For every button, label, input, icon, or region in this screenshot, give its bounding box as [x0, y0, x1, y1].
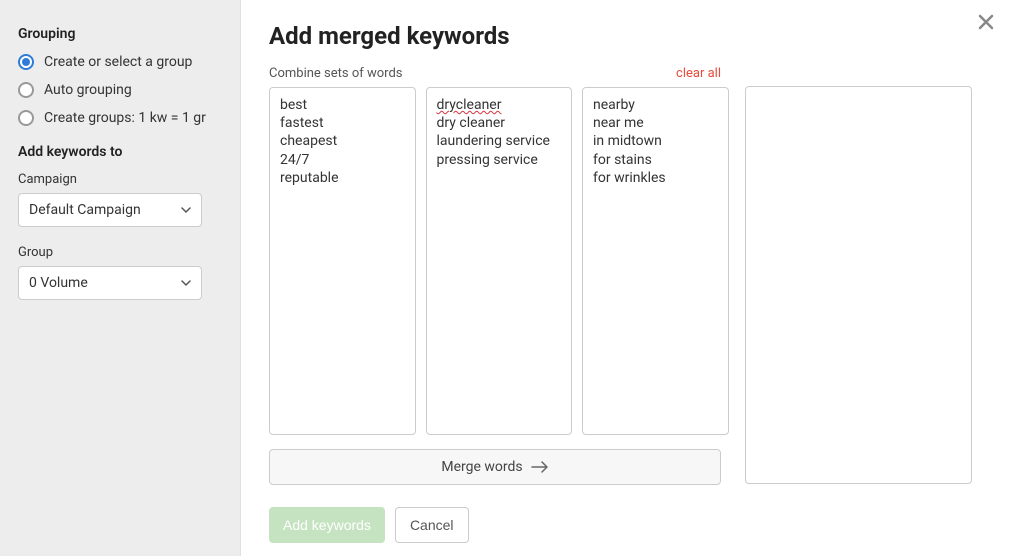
radio-label: Auto grouping: [44, 82, 132, 98]
radio-indicator: [18, 110, 34, 126]
radio-indicator: [18, 54, 34, 70]
campaign-label: Campaign: [18, 172, 222, 187]
radio-auto-grouping[interactable]: Auto grouping: [18, 82, 222, 98]
add-keywords-to-heading: Add keywords to: [18, 144, 222, 160]
group-select-value: 0 Volume: [29, 275, 88, 291]
page-title: Add merged keywords: [269, 22, 982, 50]
chevron-down-icon: [181, 278, 191, 288]
campaign-select[interactable]: Default Campaign: [18, 193, 202, 227]
radio-label: Create or select a group: [44, 54, 192, 70]
word-column-2[interactable]: drycleaner dry cleaner laundering servic…: [426, 87, 573, 435]
clear-all-link[interactable]: clear all: [676, 66, 721, 81]
group-label: Group: [18, 245, 222, 260]
group-select[interactable]: 0 Volume: [18, 266, 202, 300]
radio-create-select-group[interactable]: Create or select a group: [18, 54, 222, 70]
main-panel: Add merged keywords Combine sets of word…: [241, 0, 1010, 556]
add-keywords-button[interactable]: Add keywords: [269, 507, 385, 543]
radio-label: Create groups: 1 kw = 1 gr: [44, 110, 206, 126]
merged-result-box[interactable]: [745, 86, 972, 484]
chevron-down-icon: [181, 205, 191, 215]
merge-words-button[interactable]: Merge words: [269, 449, 721, 485]
word-column-3[interactable]: nearby near me in midtown for stains for…: [582, 87, 729, 435]
merge-words-label: Merge words: [441, 459, 522, 475]
radio-create-groups-1kw1gr[interactable]: Create groups: 1 kw = 1 gr: [18, 110, 222, 126]
combine-subtitle: Combine sets of words: [269, 66, 403, 81]
grouping-heading: Grouping: [18, 26, 222, 42]
arrow-right-icon: [531, 461, 549, 473]
cancel-button[interactable]: Cancel: [395, 507, 469, 543]
word-columns: best fastest cheapest 24/7 reputable dry…: [269, 87, 729, 435]
sidebar: Grouping Create or select a group Auto g…: [0, 0, 241, 556]
radio-indicator: [18, 82, 34, 98]
word-column-1[interactable]: best fastest cheapest 24/7 reputable: [269, 87, 416, 435]
campaign-select-value: Default Campaign: [29, 202, 141, 218]
close-icon[interactable]: [976, 12, 996, 32]
